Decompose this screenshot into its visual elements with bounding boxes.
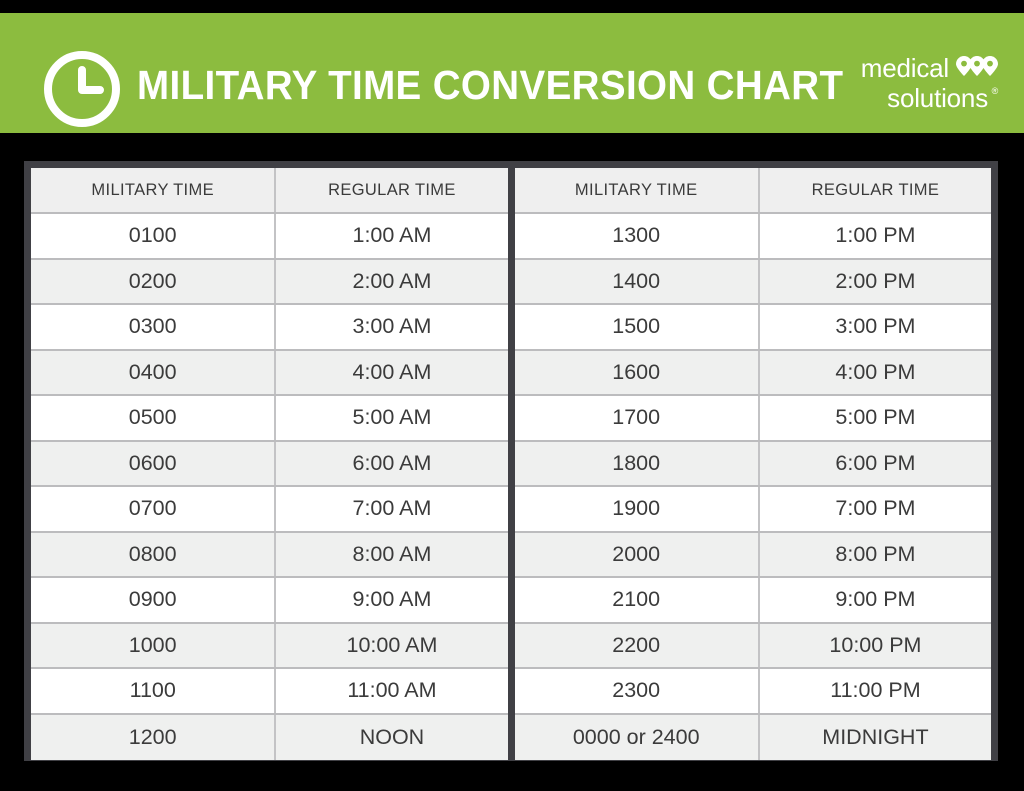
- table-half-right: MILITARY TIME REGULAR TIME 1300 1:00 PM …: [514, 168, 991, 760]
- cell-regular-time: 10:00 AM: [346, 632, 438, 657]
- table-row: 2100 9:00 PM: [514, 578, 991, 624]
- table-row: 2200 10:00 PM: [514, 623, 991, 669]
- cell-military-time: 0200: [31, 259, 277, 303]
- column-header-military-time-right: MILITARY TIME: [515, 168, 760, 212]
- conversion-table: MILITARY TIME REGULAR TIME 0100 1:00 AM …: [24, 161, 998, 761]
- header-banner: MILITARY TIME CONVERSION CHART medical s…: [0, 13, 1024, 133]
- cell-military-time: 1000: [31, 623, 277, 667]
- cell-military-time: 2300: [515, 669, 760, 713]
- cell-regular-time: 4:00 AM: [352, 359, 432, 384]
- cell-military-time: 1800: [515, 441, 760, 485]
- cell-regular-time: 10:00 PM: [829, 632, 922, 657]
- cell-regular-time: 1:00 PM: [835, 223, 916, 248]
- brand-name-line2: solutions: [887, 83, 988, 113]
- brand-logo: medical solutions ®: [818, 53, 998, 119]
- table-header-row-left: MILITARY TIME REGULAR TIME: [31, 168, 508, 214]
- table-row: 1200 NOON: [31, 714, 508, 760]
- table-row: 1100 11:00 AM: [31, 669, 508, 715]
- table-row: 1300 1:00 PM: [514, 214, 991, 260]
- cell-military-time: 2100: [515, 578, 760, 622]
- column-header-military-time-left: MILITARY TIME: [31, 168, 277, 212]
- cell-military-time: 0100: [31, 214, 277, 258]
- table-inner: MILITARY TIME REGULAR TIME 0100 1:00 AM …: [31, 168, 991, 760]
- table-row: 0400 4:00 AM: [31, 350, 508, 396]
- table-header-row-right: MILITARY TIME REGULAR TIME: [514, 168, 991, 214]
- cell-regular-time: 6:00 PM: [835, 450, 916, 475]
- table-row: 1800 6:00 PM: [514, 441, 991, 487]
- cell-regular-time: 4:00 PM: [835, 359, 916, 384]
- cell-military-time: 1900: [515, 487, 760, 531]
- cell-military-time: 2000: [515, 532, 760, 576]
- cell-regular-time: 3:00 AM: [352, 314, 432, 339]
- cell-military-time: 1100: [31, 669, 277, 713]
- cell-military-time: 0400: [31, 350, 277, 394]
- cell-regular-time: 1:00 AM: [352, 223, 432, 248]
- clock-icon: [43, 50, 121, 128]
- poster-page: MILITARY TIME CONVERSION CHART medical s…: [0, 0, 1024, 791]
- cell-military-time: 1200: [31, 714, 277, 760]
- table-row: 0500 5:00 AM: [31, 396, 508, 442]
- cell-military-time: 1400: [515, 259, 760, 303]
- table-row: 0900 9:00 AM: [31, 578, 508, 624]
- cell-regular-time: 9:00 AM: [352, 587, 432, 612]
- cell-regular-time: NOON: [359, 724, 425, 749]
- cell-regular-time: 8:00 PM: [835, 541, 916, 566]
- cell-military-time: 0300: [31, 305, 277, 349]
- table-row: 0800 8:00 AM: [31, 532, 508, 578]
- cell-regular-time: 6:00 AM: [352, 450, 432, 475]
- cell-regular-time: 7:00 PM: [835, 496, 916, 521]
- cell-regular-time: 9:00 PM: [835, 587, 916, 612]
- cell-military-time: 0600: [31, 441, 277, 485]
- table-row: 0700 7:00 AM: [31, 487, 508, 533]
- table-row: 0300 3:00 AM: [31, 305, 508, 351]
- table-row: 1600 4:00 PM: [514, 350, 991, 396]
- cell-regular-time: 2:00 AM: [352, 268, 432, 293]
- table-row: 0600 6:00 AM: [31, 441, 508, 487]
- trademark-symbol: ®: [991, 86, 999, 96]
- table-row: 2300 11:00 PM: [514, 669, 991, 715]
- column-header-regular-time-right: REGULAR TIME: [811, 180, 940, 199]
- cell-regular-time: 11:00 AM: [347, 678, 437, 703]
- cell-regular-time: 3:00 PM: [835, 314, 916, 339]
- cell-military-time: 1600: [515, 350, 760, 394]
- table-row: 1700 5:00 PM: [514, 396, 991, 442]
- cell-regular-time: 7:00 AM: [352, 496, 432, 521]
- cell-military-time: 0800: [31, 532, 277, 576]
- table-row: 0100 1:00 AM: [31, 214, 508, 260]
- brand-name-line1: medical: [860, 53, 949, 83]
- cell-military-time: 1500: [515, 305, 760, 349]
- cell-regular-time: MIDNIGHT: [822, 724, 929, 749]
- cell-military-time: 0900: [31, 578, 277, 622]
- column-header-regular-time-left: REGULAR TIME: [328, 180, 456, 199]
- table-row: 1900 7:00 PM: [514, 487, 991, 533]
- table-row: 2000 8:00 PM: [514, 532, 991, 578]
- cell-military-time: 0700: [31, 487, 277, 531]
- table-half-left: MILITARY TIME REGULAR TIME 0100 1:00 AM …: [31, 168, 508, 760]
- cell-military-time: 0500: [31, 396, 277, 440]
- cell-regular-time: 5:00 AM: [352, 405, 432, 430]
- cell-regular-time: 2:00 PM: [835, 268, 916, 293]
- table-row: 0000 or 2400 MIDNIGHT: [514, 714, 991, 760]
- cell-military-time: 1300: [515, 214, 760, 258]
- page-title: MILITARY TIME CONVERSION CHART: [137, 62, 844, 108]
- cell-military-time: 1700: [515, 396, 760, 440]
- three-map-pins-icon: [956, 53, 998, 83]
- table-row: 1000 10:00 AM: [31, 623, 508, 669]
- table-row: 1500 3:00 PM: [514, 305, 991, 351]
- table-row: 1400 2:00 PM: [514, 259, 991, 305]
- table-row: 0200 2:00 AM: [31, 259, 508, 305]
- cell-regular-time: 5:00 PM: [835, 405, 916, 430]
- cell-regular-time: 8:00 AM: [352, 541, 432, 566]
- cell-military-time: 2200: [515, 623, 760, 667]
- cell-regular-time: 11:00 PM: [830, 678, 921, 703]
- cell-military-time: 0000 or 2400: [515, 714, 760, 760]
